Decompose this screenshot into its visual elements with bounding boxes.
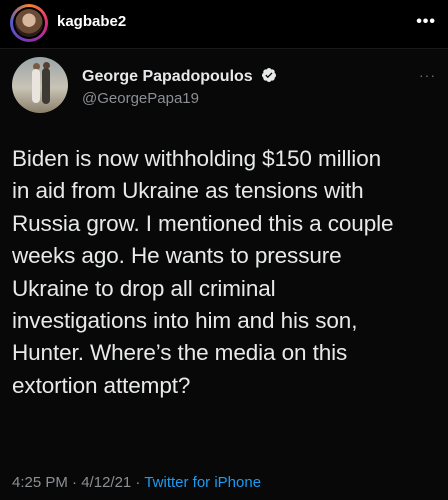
tweet-card: George Papadopoulos @GeorgePapa19 ··· Bi… xyxy=(0,49,448,500)
tweet-date[interactable]: 4/12/21 xyxy=(81,474,131,491)
avatar-figure xyxy=(42,68,50,104)
tweet-text-line: Hunter. Where’s the media on this xyxy=(12,340,348,366)
tweet-more-icon[interactable]: ··· xyxy=(419,67,436,83)
tweet-text-line: Russia grow. I mentioned this a couple xyxy=(12,210,394,236)
tweet-author-name[interactable]: George Papadopoulos xyxy=(82,67,277,86)
instagram-post-header: kagbabe2 ••• xyxy=(0,0,448,48)
display-name: George Papadopoulos xyxy=(82,68,253,85)
tweet-text-line: Biden is now withholding $150 million xyxy=(12,146,382,171)
tweet-author-handle[interactable]: @GeorgePapa19 xyxy=(82,90,199,107)
tweet-text-line: in aid from Ukraine as tensions with xyxy=(12,178,364,204)
tweet-text: Biden is now withholding $150 million in… xyxy=(12,143,440,402)
tweet-text-line: weeks ago. He wants to pressure xyxy=(12,243,342,269)
tweet-source-link[interactable]: Twitter for iPhone xyxy=(144,474,261,491)
tweet-text-line: investigations into him and his son, xyxy=(12,308,358,334)
avatar-figure xyxy=(32,69,40,103)
avatar[interactable] xyxy=(13,7,45,39)
story-ring[interactable] xyxy=(10,4,48,42)
instagram-username[interactable]: kagbabe2 xyxy=(57,13,126,30)
tweet-author-avatar[interactable] xyxy=(12,57,68,113)
meta-separator: · xyxy=(131,474,145,491)
verified-badge-icon xyxy=(262,68,277,82)
tweet-metadata: 4:25 PM · 4/12/21 · Twitter for iPhone xyxy=(12,474,261,491)
tweet-text-line: Ukraine to drop all criminal xyxy=(12,275,276,301)
tweet-text-line: extortion attempt? xyxy=(12,372,191,398)
meta-separator: · xyxy=(67,474,82,491)
avatar-image xyxy=(15,9,43,37)
tweet-time[interactable]: 4:25 PM xyxy=(12,474,68,491)
more-options-icon[interactable]: ••• xyxy=(416,13,436,31)
